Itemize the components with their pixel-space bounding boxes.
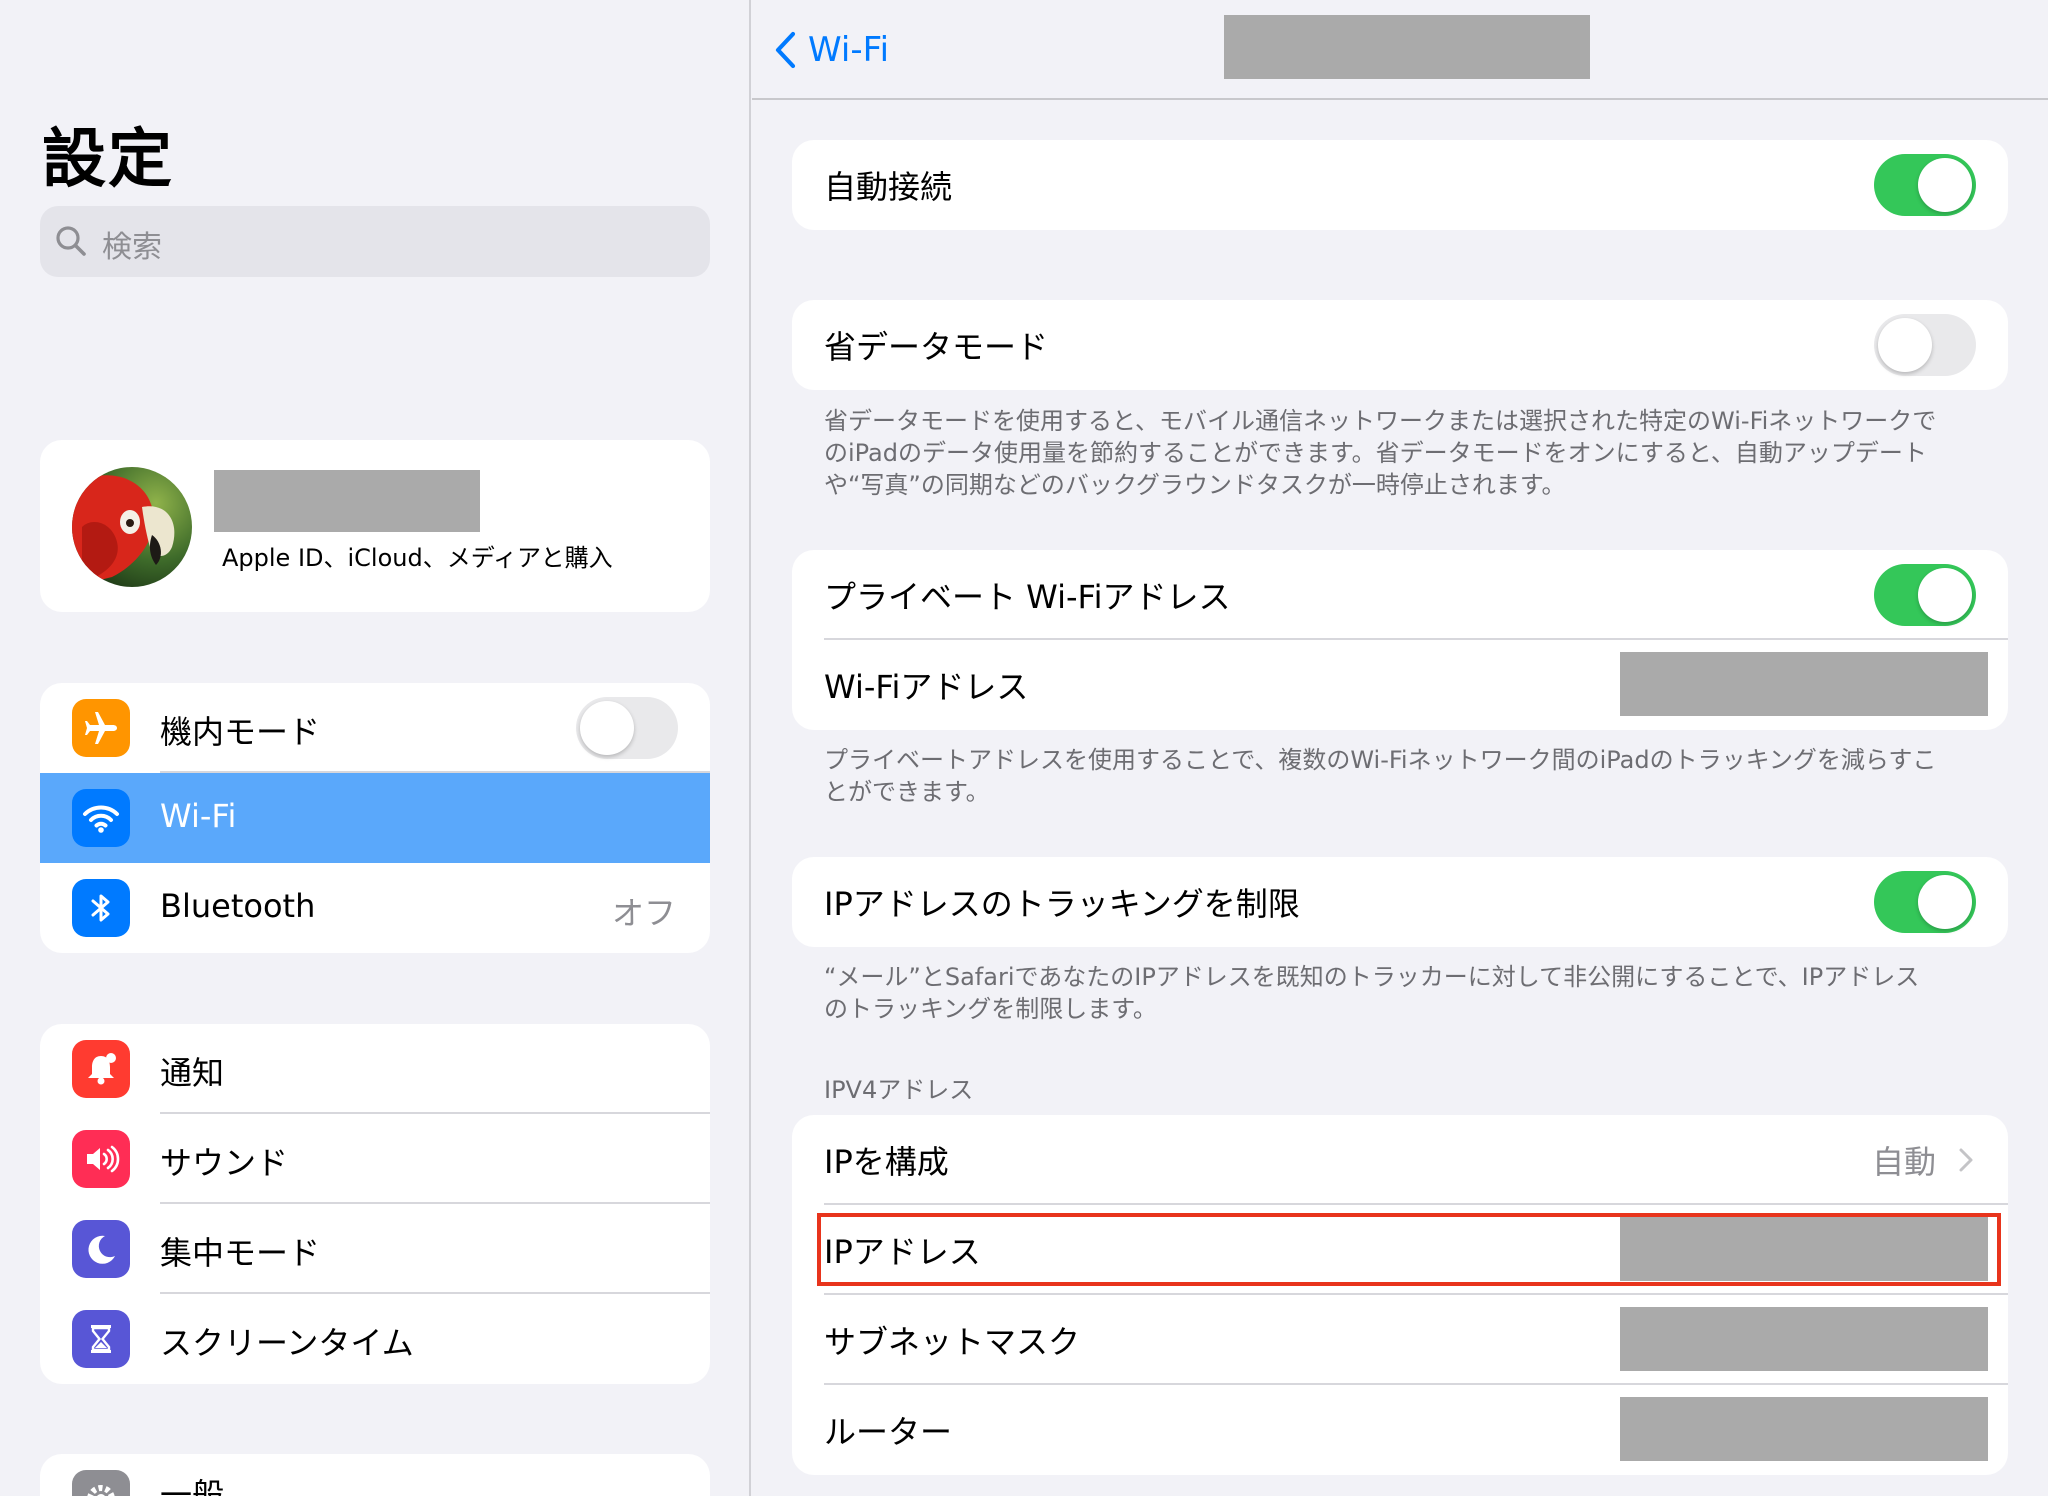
navigation-bar: Wi-Fi (752, 0, 2048, 100)
sidebar-item-general[interactable]: 一般 (40, 1454, 710, 1496)
footnote-line: のiPadのデータ使用量を節約することができます。省データモードをオンにすると、… (824, 439, 1927, 467)
subnet-mask-row: サブネットマスク (792, 1295, 2008, 1385)
sidebar-item-focus[interactable]: 集中モード (40, 1204, 710, 1294)
footnote-line: 省データモードを使用すると、モバイル通信ネットワークまたは選択された特定のWi-… (824, 407, 1937, 435)
auto-join-row: 自動接続 (792, 140, 2008, 230)
router-label: ルーター (824, 1413, 953, 1451)
airplane-icon (72, 699, 130, 757)
search-icon (56, 226, 86, 256)
auto-join-card: 自動接続 (792, 140, 2008, 230)
chevron-right-icon (1959, 1148, 1973, 1172)
sidebar-item-label: 機内モード (160, 713, 321, 751)
apple-id-profile-row[interactable]: Apple ID、iCloud、メディアと購入 (40, 440, 710, 612)
ip-address-value-redacted (1620, 1217, 1988, 1281)
footnote-line: “メール”とSafariであなたのIPアドレスを既知のトラッカーに対して非公開に… (824, 963, 1920, 991)
private-address-label: プライベート Wi-Fiアドレス (824, 578, 1231, 616)
sidebar-item-airplane-mode[interactable]: 機内モード (40, 683, 710, 773)
sidebar-item-notifications[interactable]: 通知 (40, 1024, 710, 1114)
wifi-icon (72, 789, 130, 847)
limit-tracking-label: IPアドレスのトラッキングを制限 (824, 885, 1300, 923)
gear-icon (72, 1470, 130, 1496)
limit-tracking-toggle[interactable] (1874, 871, 1976, 933)
network-name-redacted (1224, 15, 1590, 79)
profile-subtitle: Apple ID、iCloud、メディアと購入 (222, 544, 613, 572)
router-value-redacted (1620, 1397, 1988, 1461)
ipv4-card: IPを構成 自動 IPアドレス サブネットマスク ルーター (792, 1115, 2008, 1475)
ipv4-section-header: IPV4アドレス (824, 1076, 974, 1104)
low-data-label: 省データモード (824, 328, 1049, 366)
low-data-card: 省データモード (792, 300, 2008, 390)
settings-sidebar: 設定 検索 Apple ID、iCloud、メディアと購入 機内モード Wi-F… (0, 0, 751, 1496)
bluetooth-icon (72, 879, 130, 937)
general-group: 一般 (40, 1454, 710, 1496)
sidebar-item-label: 一般 (160, 1476, 225, 1496)
ip-address-row: IPアドレス (792, 1205, 2008, 1295)
back-button[interactable]: Wi-Fi (774, 28, 889, 72)
footnote-line: や“写真”の同期などのバックグラウンドタスクが一時停止されます。 (824, 471, 1566, 499)
wifi-address-row: Wi-Fiアドレス (792, 640, 2008, 730)
limit-tracking-card: IPアドレスのトラッキングを制限 (792, 857, 2008, 947)
sidebar-item-wifi[interactable]: Wi-Fi (40, 773, 710, 863)
search-placeholder: 検索 (102, 230, 162, 265)
hourglass-icon (72, 1310, 130, 1368)
speaker-icon (72, 1130, 130, 1188)
moon-icon (72, 1220, 130, 1278)
sidebar-item-sounds[interactable]: サウンド (40, 1114, 710, 1204)
footnote-line: のトラッキングを制限します。 (824, 995, 1157, 1023)
configure-ip-label: IPを構成 (824, 1143, 949, 1181)
configure-ip-row[interactable]: IPを構成 自動 (792, 1115, 2008, 1205)
wifi-address-value-redacted (1620, 652, 1988, 716)
sidebar-item-label: 通知 (160, 1054, 225, 1092)
footnote-line: プライベートアドレスを使用することで、複数のWi-Fiネットワーク間のiPadの… (824, 746, 1937, 774)
sidebar-item-label: 集中モード (160, 1234, 321, 1272)
low-data-row: 省データモード (792, 300, 2008, 390)
wifi-network-detail: Wi-Fi 自動接続 省データモード 省データモードを使用すると、モバイル通信ネ… (752, 0, 2048, 1496)
sidebar-item-screen-time[interactable]: スクリーンタイム (40, 1294, 710, 1384)
ip-address-label: IPアドレス (824, 1233, 981, 1271)
account-name-redacted (214, 470, 480, 532)
sidebar-item-bluetooth[interactable]: Bluetooth オフ (40, 863, 710, 953)
connectivity-group: 機内モード Wi-Fi Bluetooth オフ (40, 683, 710, 953)
limit-tracking-footnote: “メール”とSafariであなたのIPアドレスを既知のトラッカーに対して非公開に… (824, 961, 1984, 1025)
sidebar-item-label: サウンド (160, 1144, 289, 1182)
low-data-toggle[interactable] (1874, 314, 1976, 376)
private-address-card: プライベート Wi-Fiアドレス Wi-Fiアドレス (792, 550, 2008, 730)
page-title: 設定 (42, 123, 174, 197)
avatar (72, 467, 192, 587)
limit-tracking-row: IPアドレスのトラッキングを制限 (792, 857, 2008, 947)
low-data-footnote: 省データモードを使用すると、モバイル通信ネットワークまたは選択された特定のWi-… (824, 405, 1984, 501)
sidebar-item-label: Bluetooth (160, 887, 316, 925)
router-row: ルーター (792, 1385, 2008, 1475)
search-input[interactable]: 検索 (40, 206, 710, 277)
private-address-row: プライベート Wi-Fiアドレス (792, 550, 2008, 640)
airplane-mode-toggle[interactable] (576, 697, 678, 759)
private-address-footnote: プライベートアドレスを使用することで、複数のWi-Fiネットワーク間のiPadの… (824, 744, 1984, 808)
configure-ip-value: 自動 (1871, 1143, 1936, 1181)
private-address-toggle[interactable] (1874, 564, 1976, 626)
chevron-left-icon (775, 31, 796, 69)
footnote-line: とができます。 (824, 778, 990, 806)
subnet-mask-label: サブネットマスク (824, 1323, 1081, 1361)
sidebar-item-label: スクリーンタイム (160, 1324, 414, 1362)
wifi-address-label: Wi-Fiアドレス (824, 668, 1029, 706)
back-button-label: Wi-Fi (808, 30, 890, 70)
notifications-group: 通知 サウンド 集中モード スクリーンタイム (40, 1024, 710, 1384)
auto-join-toggle[interactable] (1874, 154, 1976, 216)
subnet-mask-value-redacted (1620, 1307, 1988, 1371)
bluetooth-status: オフ (611, 894, 676, 932)
auto-join-label: 自動接続 (824, 168, 953, 206)
sidebar-item-label: Wi-Fi (160, 797, 237, 835)
notification-bell-icon (72, 1040, 130, 1098)
